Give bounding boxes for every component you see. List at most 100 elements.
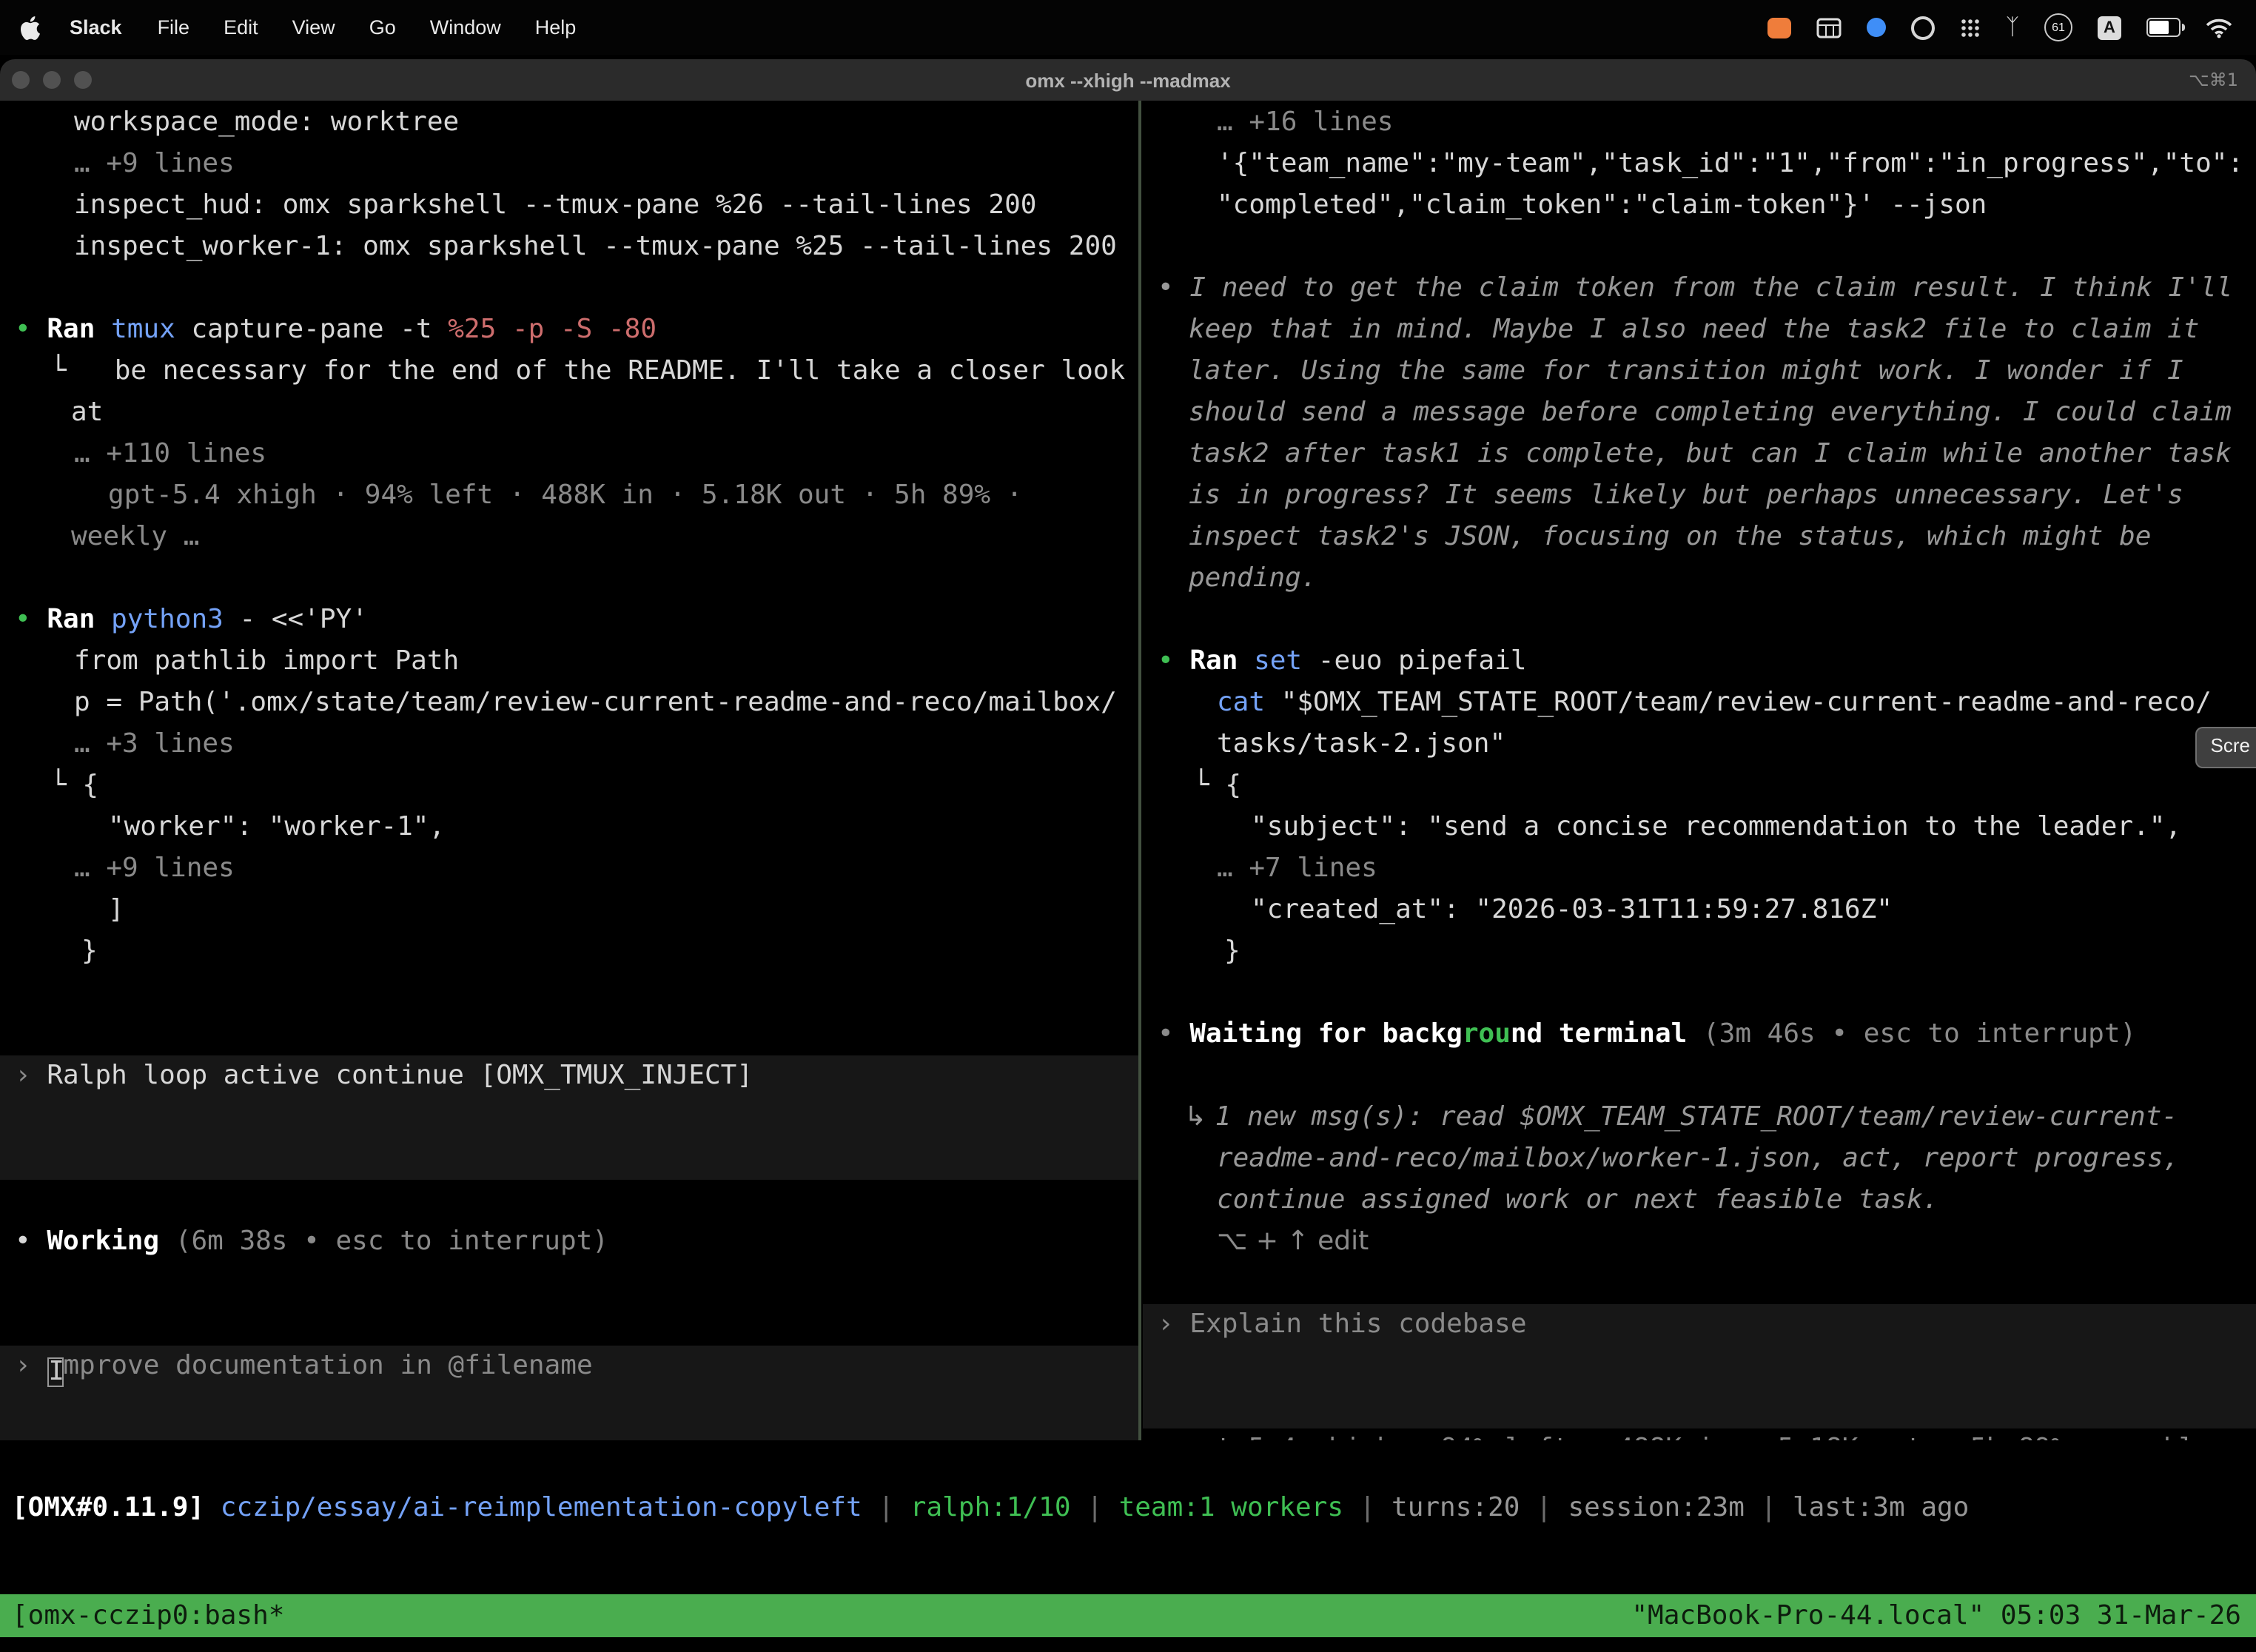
code-line: cat "$OMX_TEAM_STATE_ROOT/team/review-cu… (1143, 682, 2256, 724)
menu-edit[interactable]: Edit (224, 16, 258, 38)
dots-grid-icon[interactable] (1960, 17, 1981, 38)
blank-line (1143, 600, 2256, 641)
text-cursor: I (47, 1357, 63, 1387)
reasoning-line: keep that in mind. Maybe I also need the… (1143, 309, 2256, 351)
reasoning-line: inspect task2's JSON, focusing on the st… (1143, 517, 2256, 558)
composer-input[interactable]: › Improve documentation in @filename (0, 1346, 1138, 1387)
reasoning-line: is in progress? It seems likely but perh… (1143, 475, 2256, 517)
waiting-status: • Waiting for background terminal (3m 46… (1143, 1014, 2256, 1055)
terminal-line: workspace_mode: worktree (0, 102, 1138, 144)
blank-line (0, 1263, 1138, 1304)
blue-app-icon[interactable] (1867, 18, 1886, 37)
reasoning-line: task2 after task1 is complete, but can I… (1143, 434, 2256, 475)
blank-line (0, 1180, 1138, 1221)
blank-line (1143, 1055, 2256, 1097)
terminal-window: omx --xhigh --madmax ⌥⌘1 workspace_mode:… (0, 59, 2256, 1652)
team-workers: team:1 workers (1119, 1492, 1343, 1523)
menu-window[interactable]: Window (430, 16, 501, 38)
output-line: } (0, 931, 1138, 973)
command-line: • Ran python3 - <<'PY' (0, 600, 1138, 641)
mailbox-message-line: readme-and-reco/mailbox/worker-1.json, a… (1143, 1138, 2256, 1180)
collapsed-lines: … +7 lines (1143, 848, 2256, 890)
minimize-button[interactable] (43, 71, 61, 89)
input-source-icon[interactable]: A (2098, 16, 2121, 39)
composer-box[interactable]: › Improve documentation in @filename (0, 1346, 1138, 1440)
collapsed-lines: … +3 lines (0, 724, 1138, 765)
working-status: • Working (6m 38s • esc to interrupt) (0, 1221, 1138, 1263)
rune-icon[interactable]: ᛉ (2006, 16, 2019, 38)
tmux-session-name: [omx-cczip0:bash* (12, 1600, 284, 1631)
code-line: tasks/task-2.json" (1143, 724, 2256, 765)
title-bar[interactable]: omx --xhigh --madmax ⌥⌘1 (0, 59, 2256, 101)
window-title: omx --xhigh --madmax (1025, 69, 1230, 91)
session-footer: gpt-5.4 xhigh · 94% left · 488K in · 5.1… (1143, 1428, 2256, 1440)
badge-61-icon[interactable]: 61 (2044, 13, 2072, 41)
command-line: • Ran tmux capture-pane -t %25 -p -S -80 (0, 309, 1138, 351)
menu-bar-status-icons: ᛉ 61 A (1767, 13, 2256, 41)
session-stats-line: weekly … (0, 517, 1138, 558)
mailbox-message-line: ↳ 1 new msg(s): read $OMX_TEAM_STATE_ROO… (1143, 1097, 2256, 1138)
composer-input[interactable]: › Explain this codebase (1143, 1304, 2256, 1346)
output-line: └ { (1143, 765, 2256, 807)
output-line: ] (0, 890, 1138, 931)
battery-icon[interactable] (2146, 18, 2181, 37)
output-line: at (0, 392, 1138, 434)
workspace-path: cczip/essay/ai-reimplementation-copyleft (204, 1492, 862, 1523)
edit-hint: ⌥ + ↑ edit (1143, 1221, 2256, 1263)
window-grid-icon[interactable] (1816, 17, 1842, 38)
wifi-icon[interactable] (2206, 17, 2232, 38)
tmux-status-bar: [omx-cczip0:bash* "MacBook-Pro-44.local"… (0, 1594, 2256, 1637)
window-shortcut: ⌥⌘1 (2189, 70, 2238, 90)
output-line: └ { (0, 765, 1138, 807)
collapsed-lines: … +9 lines (0, 144, 1138, 185)
ring-icon[interactable] (1911, 16, 1935, 39)
blank-line (0, 973, 1138, 1014)
screen-recording-icon[interactable] (1767, 17, 1791, 38)
collapsed-lines: … +9 lines (0, 848, 1138, 890)
app-menu-slack[interactable]: Slack (70, 16, 122, 38)
screen-tooltip: Scre (2196, 727, 2256, 768)
code-line: from pathlib import Path (0, 641, 1138, 682)
blank-line (1143, 973, 2256, 1014)
code-line: p = Path('.omx/state/team/review-current… (0, 682, 1138, 724)
reasoning-line: • I need to get the claim token from the… (1143, 268, 2256, 309)
close-button[interactable] (12, 71, 30, 89)
output-line: } (1143, 931, 2256, 973)
code-line: '{"team_name":"my-team","task_id":"1","f… (1143, 144, 2256, 185)
apple-menu-icon[interactable] (21, 16, 40, 39)
collapsed-lines: … +110 lines (0, 434, 1138, 475)
collapsed-lines: … +16 lines (1143, 102, 2256, 144)
output-line: "worker": "worker-1", (0, 807, 1138, 848)
menu-file[interactable]: File (158, 16, 190, 38)
output-line: "subject": "send a concise recommendatio… (1143, 807, 2256, 848)
right-pane[interactable]: … +16 lines '{"team_name":"my-team","tas… (1143, 101, 2256, 1440)
output-line: "created_at": "2026-03-31T11:59:27.816Z" (1143, 890, 2256, 931)
menu-bar: Slack File Edit View Go Window Help ᛉ 61… (0, 0, 2256, 55)
blank-line (1143, 226, 2256, 268)
turns-counter: turns:20 (1391, 1492, 1520, 1523)
command-line: • Ran set -euo pipefail (1143, 641, 2256, 682)
pane-divider[interactable] (1138, 101, 1141, 1440)
ralph-counter: ralph:1/10 (910, 1492, 1071, 1523)
last-activity: last:3m ago (1793, 1492, 1969, 1523)
session-stats-line: gpt-5.4 xhigh · 94% left · 488K in · 5.1… (0, 475, 1138, 517)
inject-line: › Ralph loop active continue [OMX_TMUX_I… (0, 1055, 1138, 1097)
terminal-line: inspect_worker-1: omx sparkshell --tmux-… (0, 226, 1138, 268)
mailbox-message-line: continue assigned work or next feasible … (1143, 1180, 2256, 1221)
maximize-button[interactable] (74, 71, 92, 89)
blank-line (0, 558, 1138, 600)
session-time: session:23m (1568, 1492, 1744, 1523)
reasoning-line: pending. (1143, 558, 2256, 600)
reasoning-line: should send a message before completing … (1143, 392, 2256, 434)
menu-view[interactable]: View (292, 16, 335, 38)
terminal-line: inspect_hud: omx sparkshell --tmux-pane … (0, 185, 1138, 226)
output-line: └ be necessary for the end of the README… (0, 351, 1138, 392)
code-line: "completed","claim_token":"claim-token"}… (1143, 185, 2256, 226)
composer-box[interactable]: › Explain this codebase (1143, 1304, 2256, 1428)
menu-go[interactable]: Go (369, 16, 396, 38)
desktop: Slack File Edit View Go Window Help ᛉ 61… (0, 0, 2256, 1652)
menu-help[interactable]: Help (535, 16, 577, 38)
left-pane[interactable]: workspace_mode: worktree … +9 lines insp… (0, 101, 1138, 1440)
tmux-inject-banner: › Ralph loop active continue [OMX_TMUX_I… (0, 1055, 1138, 1180)
omx-status-line: [OMX#0.11.9] cczip/essay/ai-reimplementa… (12, 1488, 1969, 1529)
